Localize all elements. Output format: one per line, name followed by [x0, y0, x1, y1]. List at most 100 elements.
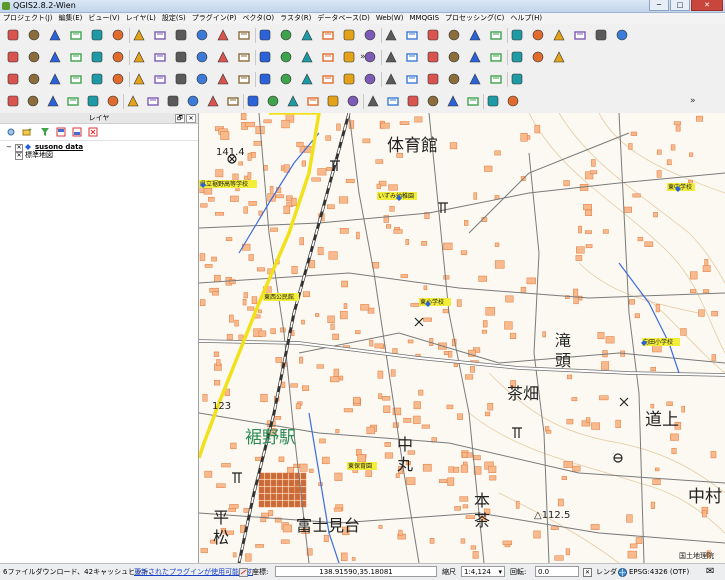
copy-features-icon[interactable]: [174, 50, 188, 64]
plugin-update-link[interactable]: 更新されたプラグインが使用可能です: [134, 564, 253, 580]
touch-icon[interactable]: [132, 28, 146, 42]
line-layer-icon[interactable]: [405, 72, 419, 86]
spatial-query-icon[interactable]: [363, 72, 377, 86]
fill-ring-icon[interactable]: [153, 72, 167, 86]
new-layer-icon[interactable]: [226, 94, 240, 108]
gdal-icon[interactable]: [426, 94, 440, 108]
minimize-button[interactable]: ─: [649, 0, 669, 11]
plugin-icon[interactable]: [468, 50, 482, 64]
processing-toolbox-icon[interactable]: [286, 94, 300, 108]
layer-visibility-checkbox[interactable]: ✕: [15, 152, 23, 160]
csw-icon[interactable]: [237, 50, 251, 64]
add-virtual-icon[interactable]: [206, 94, 220, 108]
annotation-icon[interactable]: [531, 28, 545, 42]
coordinate-field[interactable]: 138.91590,35.18081: [275, 566, 437, 577]
split-features-icon[interactable]: [258, 72, 272, 86]
layer-item-susono-data[interactable]: − ✕ susono data: [0, 143, 198, 152]
menu-project[interactable]: プロジェクト(J): [0, 13, 56, 24]
select-icon[interactable]: [426, 28, 440, 42]
zoom-last-icon[interactable]: [321, 28, 335, 42]
add-oracle-icon[interactable]: [106, 94, 120, 108]
remove-layer-icon[interactable]: [88, 127, 98, 137]
layer-item-standard-map[interactable]: ✕ 標準地図: [0, 151, 198, 160]
change-label-icon[interactable]: [405, 50, 419, 64]
delete-part-icon[interactable]: [195, 72, 209, 86]
deselect-icon[interactable]: [447, 28, 461, 42]
measure-icon[interactable]: [468, 28, 482, 42]
menu-vector[interactable]: ベクタ(O): [239, 13, 277, 24]
advanced-digitizing-icon[interactable]: [6, 72, 20, 86]
undo-edit-icon[interactable]: [27, 72, 41, 86]
toolbar-overflow-button[interactable]: »: [360, 52, 366, 62]
open-project-icon[interactable]: [27, 28, 41, 42]
zoom-full-icon[interactable]: [258, 28, 272, 42]
zoom-out-icon[interactable]: [216, 28, 230, 42]
zoom-in-icon[interactable]: [195, 28, 209, 42]
map-tips-icon[interactable]: [405, 28, 419, 42]
numeric-icon[interactable]: [486, 94, 500, 108]
add-wfs-icon[interactable]: [166, 94, 180, 108]
reshape-icon[interactable]: [216, 72, 230, 86]
delete-selected-icon[interactable]: [132, 50, 146, 64]
merge-features-icon[interactable]: [300, 72, 314, 86]
menu-web[interactable]: Web(W): [373, 13, 407, 24]
add-ring-icon[interactable]: [111, 72, 125, 86]
digitize-icon[interactable]: [447, 50, 461, 64]
split-parts-icon[interactable]: [279, 72, 293, 86]
menu-view[interactable]: ビュー(V): [85, 13, 122, 24]
bookmark-icon[interactable]: [552, 28, 566, 42]
snapping-icon[interactable]: [489, 50, 503, 64]
redo-edit-icon[interactable]: [48, 72, 62, 86]
collapse-all-icon[interactable]: [72, 127, 82, 137]
paste-features-icon[interactable]: [195, 50, 209, 64]
crs-globe-icon[interactable]: [618, 564, 627, 580]
calculator-icon[interactable]: [510, 50, 524, 64]
close-button[interactable]: ✕: [691, 0, 723, 11]
delete-ring-icon[interactable]: [174, 72, 188, 86]
show-hide-label-icon[interactable]: [342, 50, 356, 64]
polygon-layer-icon[interactable]: [426, 72, 440, 86]
maximize-button[interactable]: □: [670, 0, 690, 11]
composer-manager-icon[interactable]: [111, 28, 125, 42]
save-edits-icon[interactable]: [48, 50, 62, 64]
menu-plugins[interactable]: プラグイン(P): [189, 13, 240, 24]
pan-to-selection-icon[interactable]: [174, 28, 188, 42]
add-feature-icon[interactable]: [69, 50, 83, 64]
add-postgis-icon[interactable]: [46, 94, 60, 108]
zoom-to-selection-icon[interactable]: [279, 28, 293, 42]
label-icon[interactable]: [573, 28, 587, 42]
scale-combobox[interactable]: 1:4,124 ▾: [461, 566, 505, 577]
sum-icon[interactable]: [552, 50, 566, 64]
raster-icon[interactable]: [279, 50, 293, 64]
python-icon[interactable]: [531, 50, 545, 64]
save-project-icon[interactable]: [48, 28, 62, 42]
expand-all-icon[interactable]: [56, 127, 66, 137]
help-icon[interactable]: [246, 94, 260, 108]
simplify-icon[interactable]: [90, 72, 104, 86]
map-canvas[interactable]: 体育館 滝 頭 茶畑 道上 中 丸 中村 本 茶 平 松 富士見台 裾野駅 △1…: [199, 113, 725, 563]
node-tool-icon[interactable]: [111, 50, 125, 64]
text-annotation-icon[interactable]: [594, 28, 608, 42]
refresh-icon[interactable]: [363, 28, 377, 42]
edit-pencil-icon[interactable]: [6, 50, 20, 64]
coordinate-icon[interactable]: [239, 564, 248, 580]
rotate-label-icon[interactable]: [384, 50, 398, 64]
panel-float-button[interactable]: 🗗: [175, 114, 185, 123]
rotation-spinbox[interactable]: 0.0: [535, 566, 579, 577]
oracle-icon[interactable]: [489, 72, 503, 86]
move-feature-icon[interactable]: [90, 50, 104, 64]
more-icon[interactable]: [446, 94, 460, 108]
add-part-icon[interactable]: [132, 72, 146, 86]
open-layer-styling-icon[interactable]: [6, 127, 16, 137]
point-layer-icon[interactable]: [384, 72, 398, 86]
model-icon[interactable]: [306, 94, 320, 108]
map-decoration-icon[interactable]: [615, 28, 629, 42]
merge-attributes-icon[interactable]: [321, 72, 335, 86]
pin-label-icon[interactable]: [321, 50, 335, 64]
layer-expand-toggle[interactable]: −: [6, 143, 12, 151]
options-icon[interactable]: [386, 94, 400, 108]
history-icon[interactable]: [326, 94, 340, 108]
render-checkbox[interactable]: ✕: [583, 568, 592, 577]
menu-processing[interactable]: プロセッシング(C): [442, 13, 507, 24]
label-tool-icon[interactable]: [300, 50, 314, 64]
